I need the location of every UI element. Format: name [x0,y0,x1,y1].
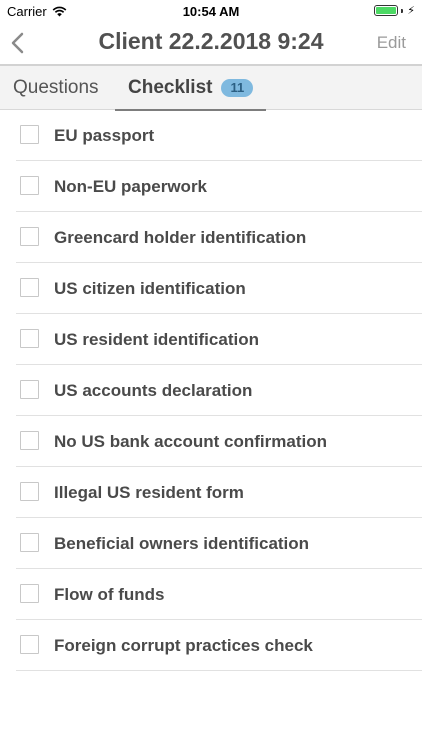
checklist-item-label: Greencard holder identification [54,228,307,247]
checkbox[interactable] [20,482,39,501]
checklist-item-label: Beneficial owners identification [54,534,310,553]
tab-bar: Questions Checklist 11 [0,64,422,111]
nav-bar: Client 22.2.2018 9:24 Edit [0,22,422,64]
checkbox[interactable] [20,125,39,144]
checklist-item-label: No US bank account confirmation [54,432,327,451]
checklist-item[interactable]: US accounts declaration [16,365,422,416]
checklist-item-label: US resident identification [54,330,259,349]
checklist-item[interactable]: Illegal US resident form [16,467,422,518]
checklist-item-label: EU passport [54,126,155,145]
status-time: 10:54 AM [182,4,240,19]
checklist-count-badge: 11 [221,79,254,97]
checkbox[interactable] [20,380,39,399]
checklist-item[interactable]: Flow of funds [16,569,422,620]
checklist-item-label: US accounts declaration [54,381,253,400]
page-title: Client 22.2.2018 9:24 [98,28,324,54]
checklist-item[interactable]: Beneficial owners identification [16,518,422,569]
checkbox[interactable] [20,635,39,654]
battery-fill [376,7,397,14]
charging-icon: ⚡ [407,5,415,17]
checklist-item[interactable]: Non-EU paperwork [16,161,422,212]
status-right: ⚡ [374,4,415,17]
checkbox[interactable] [20,533,39,552]
checkbox[interactable] [20,278,39,297]
checkbox[interactable] [20,227,39,246]
status-bar: Carrier 10:54 AM ⚡ [0,0,422,22]
checklist-item[interactable]: US citizen identification [16,263,422,314]
checklist-item[interactable]: Greencard holder identification [16,212,422,263]
checkbox[interactable] [20,584,39,603]
checklist-item-label: US citizen identification [54,279,246,298]
checklist-item[interactable]: No US bank account confirmation [16,416,422,467]
checklist-item-label: Illegal US resident form [54,483,244,502]
checkbox[interactable] [20,329,39,348]
tab-checklist[interactable]: Checklist 11 [115,66,266,111]
checkbox[interactable] [20,431,39,450]
checklist-item[interactable]: US resident identification [16,314,422,365]
battery-cap [401,8,404,13]
checklist-item-label: Flow of funds [54,585,165,604]
tab-questions-label: Questions [13,77,99,98]
checklist-item[interactable]: EU passport [16,110,422,161]
tab-questions[interactable]: Questions [13,66,99,110]
battery-icon [374,5,399,16]
checklist: EU passport Non-EU paperwork Greencard h… [0,110,422,671]
edit-button[interactable]: Edit [377,33,406,53]
checklist-item-label: Foreign corrupt practices check [54,636,313,655]
checkbox[interactable] [20,176,39,195]
checklist-item-label: Non-EU paperwork [54,177,208,196]
checklist-item[interactable]: Foreign corrupt practices check [16,620,422,671]
tab-checklist-label: Checklist [128,77,213,98]
